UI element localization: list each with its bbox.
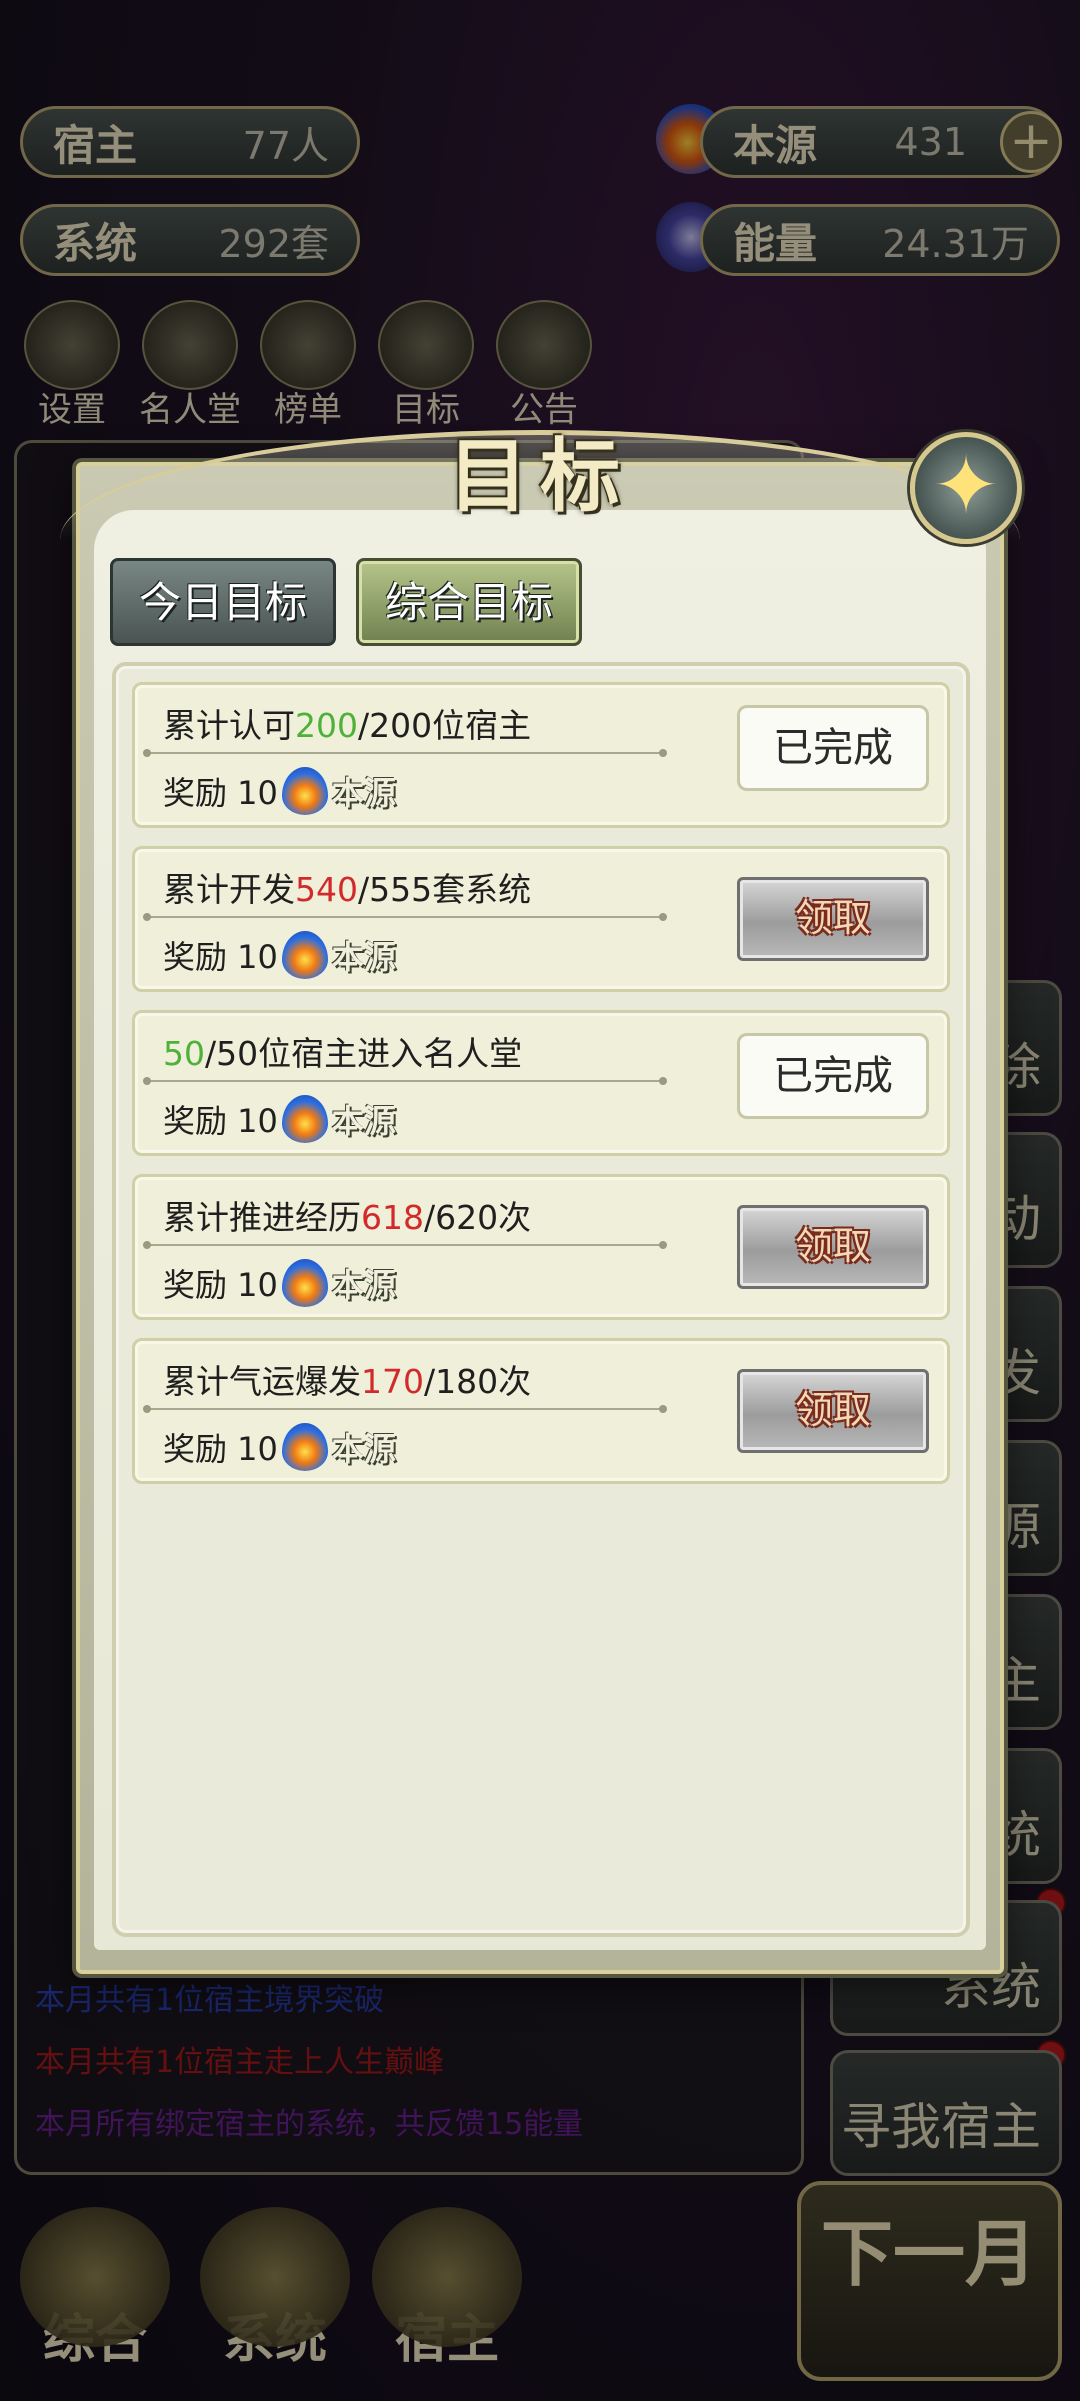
- goal-suffix: /180次: [424, 1362, 532, 1401]
- goal-item: 累计认可200/200位宿主 奖励 10 本源 已完成: [132, 682, 950, 828]
- goal-description: 累计开发540/555套系统: [163, 863, 531, 911]
- goal-description: 累计推进经历618/620次: [163, 1191, 531, 1239]
- goal-prefix: 累计推进经历: [163, 1198, 361, 1237]
- reward-label: 奖励 10: [163, 1102, 278, 1140]
- reward-currency: 本源: [331, 938, 396, 976]
- goal-prefix: 累计认可: [163, 706, 295, 745]
- goal-reward: 奖励 10 本源: [163, 1423, 396, 1471]
- goal-description: 累计气运爆发170/180次: [163, 1355, 531, 1403]
- divider: [143, 749, 667, 757]
- source-flame-icon: [281, 931, 328, 979]
- goal-item: 累计气运爆发170/180次 奖励 10 本源 领取: [132, 1338, 950, 1484]
- source-flame-icon: [281, 1423, 328, 1471]
- claim-button[interactable]: 领取: [737, 1205, 929, 1289]
- reward-label: 奖励 10: [163, 1266, 278, 1304]
- claim-button[interactable]: 领取: [737, 877, 929, 961]
- source-flame-icon: [281, 1095, 328, 1143]
- goal-prefix: 累计气运爆发: [163, 1362, 361, 1401]
- goal-item: 累计推进经历618/620次 奖励 10 本源 领取: [132, 1174, 950, 1320]
- source-flame-icon: [281, 1259, 328, 1307]
- goal-reward: 奖励 10 本源: [163, 931, 396, 979]
- close-button[interactable]: ✦: [910, 432, 1022, 544]
- goal-item: 累计开发540/555套系统 奖励 10 本源 领取: [132, 846, 950, 992]
- divider: [143, 1405, 667, 1413]
- goal-reward: 奖励 10 本源: [163, 1259, 396, 1307]
- goal-prefix: 累计开发: [163, 870, 295, 909]
- goal-progress-number: 170: [361, 1362, 424, 1401]
- divider: [143, 913, 667, 921]
- reward-label: 奖励 10: [163, 1430, 278, 1468]
- close-star-icon: ✦: [932, 439, 1000, 532]
- reward-label: 奖励 10: [163, 938, 278, 976]
- completed-status: 已完成: [737, 705, 929, 791]
- completed-status: 已完成: [737, 1033, 929, 1119]
- goal-suffix: /555套系统: [358, 870, 532, 909]
- goal-progress-number: 200: [295, 706, 358, 745]
- reward-label: 奖励 10: [163, 774, 278, 812]
- goal-suffix: /620次: [424, 1198, 532, 1237]
- goal-reward: 奖励 10 本源: [163, 1095, 396, 1143]
- goal-progress-number: 540: [295, 870, 358, 909]
- goal-progress-number: 50: [163, 1034, 205, 1073]
- tab-overall-goals[interactable]: 综合目标: [356, 558, 582, 646]
- divider: [143, 1077, 667, 1085]
- goal-progress-number: 618: [361, 1198, 424, 1237]
- reward-currency: 本源: [331, 774, 396, 812]
- goal-suffix: /200位宿主: [358, 706, 532, 745]
- reward-currency: 本源: [331, 1430, 396, 1468]
- goal-suffix: /50位宿主进入名人堂: [205, 1034, 523, 1073]
- goal-description: 50/50位宿主进入名人堂: [163, 1027, 522, 1075]
- divider: [143, 1241, 667, 1249]
- reward-currency: 本源: [331, 1266, 396, 1304]
- claim-button[interactable]: 领取: [737, 1369, 929, 1453]
- goal-reward: 奖励 10 本源: [163, 767, 396, 815]
- goal-item: 50/50位宿主进入名人堂 奖励 10 本源 已完成: [132, 1010, 950, 1156]
- tab-daily-goals[interactable]: 今日目标: [110, 558, 336, 646]
- reward-currency: 本源: [331, 1102, 396, 1140]
- goal-description: 累计认可200/200位宿主: [163, 699, 531, 747]
- source-flame-icon: [281, 767, 328, 815]
